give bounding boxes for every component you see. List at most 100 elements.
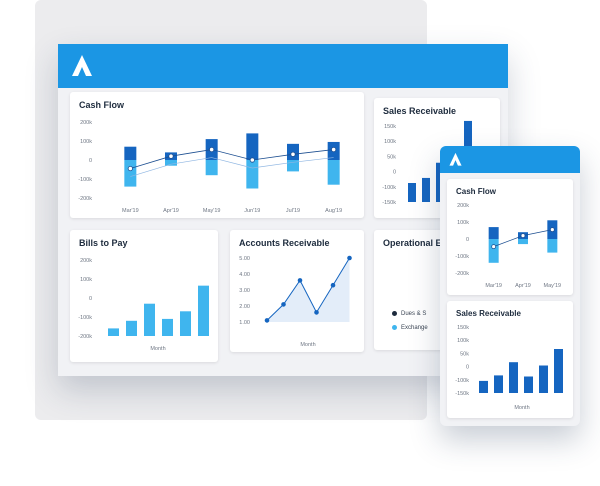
mobile-sales-bar (554, 349, 563, 393)
ar-y-tick: 1.00 (239, 320, 250, 326)
cashflow-point (127, 165, 133, 172)
ar-area (267, 258, 350, 322)
sales-y-tick: 0 (393, 170, 396, 176)
cashflow-x-tick: Jul'19 (286, 208, 300, 214)
mobile-cashflow-bar-negative (547, 239, 558, 253)
cashflow-bar-negative (124, 160, 137, 187)
mobile-cashflow-x-tick: Mar'19 (485, 283, 502, 289)
mobile-sales-x-label: Month (514, 405, 529, 411)
mobile-cashflow-card[interactable]: Cash Flow 200k 100k 0 -100k -200k Mar'19 Apr'1… (447, 179, 573, 295)
cashflow-y-tick: -200k (78, 196, 92, 202)
cashflow-bar-negative (246, 160, 259, 189)
accounts-receivable-card[interactable]: Accounts Receivable 5.00 4.00 3.00 2.00 1.00… (230, 230, 364, 352)
mobile-cashflow-x-tick: May'19 (544, 283, 562, 289)
app-logo-icon[interactable] (68, 52, 96, 80)
bills-to-pay-chart: 200k 100k 0 -100k -200k Month (78, 258, 209, 352)
mobile-sales-y-tick: -150k (455, 391, 469, 397)
legend-label-dues: Dues & S (401, 311, 427, 318)
cashflow-point (249, 157, 255, 163)
cashflow-point (209, 146, 215, 153)
legend-item-dues: Dues & S (392, 311, 426, 317)
top-bar (58, 44, 508, 88)
accounts-receivable-chart: 5.00 4.00 3.00 2.00 1.00 Month (239, 255, 352, 348)
ar-point (347, 255, 352, 261)
ar-y-tick: 4.00 (239, 272, 250, 278)
cashflow-line-secondary (130, 157, 334, 177)
mobile-sales-card[interactable]: Sales Receivable 150k 100k 50k 0 -100k -150k M… (447, 301, 573, 418)
mobile-sales-y-tick: 0 (466, 365, 469, 371)
bills-y-tick: -200k (78, 334, 92, 340)
ar-point (330, 282, 336, 288)
mobile-sales-bar (539, 365, 548, 393)
cashflow-point (168, 153, 174, 159)
bills-x-label: Month (150, 346, 165, 352)
cashflow-bar-positive (124, 146, 137, 160)
mobile-sales-bar (494, 375, 503, 393)
cashflow-x-tick: Jun'19 (244, 208, 260, 214)
cashflow-x-tick: Mar'19 (122, 208, 139, 214)
mobile-cashflow-point (549, 227, 555, 233)
bills-to-pay-card[interactable]: Bills to Pay 200k 100k 0 -100k -200k Month (70, 230, 218, 362)
legend-item-exchange: Exchange (392, 325, 428, 331)
cashflow-x-tick: Apr'19 (163, 208, 179, 214)
cashflow-bar-positive (246, 133, 259, 160)
bills-bar (108, 328, 119, 336)
mobile-sales-y-tick: 100k (457, 338, 469, 344)
mobile-sales-chart: 150k 100k 50k 0 -100k -150k Month (455, 325, 563, 411)
ar-y-tick: 3.00 (239, 288, 250, 294)
bills-bar (144, 303, 155, 336)
cashflow-y-tick: -100k (78, 177, 92, 183)
ar-y-tick: 5.00 (239, 256, 250, 262)
ar-point (314, 310, 319, 315)
legend-dot-dark (392, 311, 397, 316)
app-logo-icon[interactable] (447, 151, 464, 168)
ar-point (297, 278, 303, 283)
legend-label-exchange: Exchange (401, 325, 428, 332)
mobile-cashflow-x-tick: Apr'19 (515, 283, 531, 289)
sales-bar (422, 177, 430, 202)
cashflow-line (130, 149, 334, 169)
cashflow-card[interactable]: Cash Flow 200k 100k 0 -100k -200k Mar'19 Apr'1… (70, 92, 364, 218)
sales-bar (408, 183, 416, 202)
mobile-sales-bar (524, 376, 533, 393)
bills-bar (180, 311, 191, 336)
mobile-sales-bar (479, 380, 488, 393)
mobile-sales-y-tick: -100k (455, 378, 469, 384)
sales-y-tick: 100k (384, 139, 396, 145)
bills-bar (126, 320, 137, 336)
cashflow-y-tick: 200k (80, 120, 92, 126)
bills-bar (198, 285, 209, 336)
mobile-cashflow-bar-negative (518, 239, 528, 245)
bills-y-tick: 200k (80, 258, 92, 264)
mobile-sales-y-tick: 150k (457, 325, 469, 331)
ar-y-tick: 2.00 (239, 304, 250, 310)
sales-y-tick: -150k (382, 200, 396, 206)
cashflow-bar-negative (165, 160, 177, 166)
mobile-cashflow-point (491, 244, 497, 250)
mobile-cashflow-y-tick: -200k (455, 271, 469, 277)
sales-y-tick: -100k (382, 185, 396, 191)
bills-y-tick: 100k (80, 277, 92, 283)
mobile-cashflow-y-tick: 0 (466, 237, 469, 243)
bills-y-tick: -100k (78, 315, 92, 321)
cashflow-bar-negative (327, 160, 340, 185)
cashflow-x-tick: Aug'19 (325, 208, 342, 214)
ar-point (281, 302, 286, 307)
cashflow-y-tick: 0 (89, 158, 92, 164)
mobile-cashflow-bar-negative (488, 239, 499, 263)
mobile-cashflow-bar-positive (488, 227, 499, 239)
cashflow-bar-negative (205, 160, 218, 176)
mobile-cashflow-y-tick: 200k (457, 203, 469, 209)
mobile-sales-y-tick: 50k (460, 351, 469, 357)
ar-point (264, 318, 270, 323)
mobile-top-bar (440, 146, 580, 173)
legend-dot-light (392, 325, 397, 330)
mobile-cashflow-y-tick: 100k (457, 220, 469, 226)
mobile-cashflow-y-tick: -100k (455, 254, 469, 260)
mobile-cashflow-chart: 200k 100k 0 -100k -200k Mar'19 Apr'19 May'19 (455, 203, 562, 289)
ar-x-label: Month (300, 342, 315, 348)
mobile-sales-bar (509, 362, 518, 393)
cashflow-x-tick: May'19 (203, 208, 221, 214)
cashflow-point (290, 151, 296, 157)
sales-y-tick: 50k (387, 154, 396, 160)
